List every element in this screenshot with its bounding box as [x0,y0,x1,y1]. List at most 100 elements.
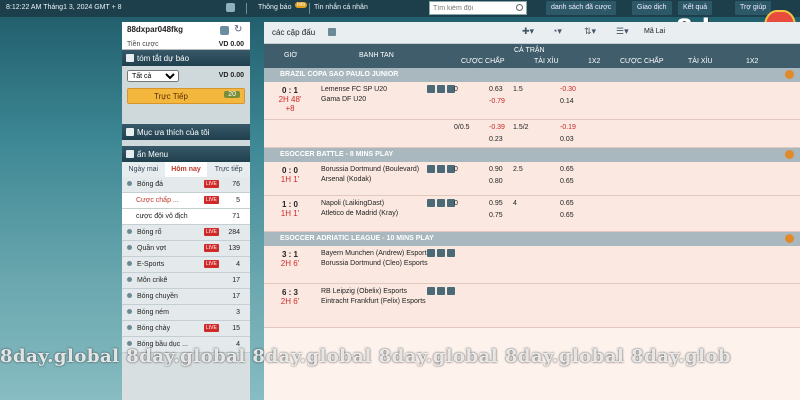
stats-icon[interactable] [427,249,435,257]
add-icon[interactable]: ✚▾ [522,26,534,37]
away-team[interactable]: Atletico de Madrid (Kray) [321,209,398,219]
over-odds[interactable]: 0.65 [560,166,574,173]
under-odds[interactable]: 0.03 [560,136,574,143]
sport-item[interactable]: Bóng đá LIVE 76 [122,177,250,193]
over-odds[interactable]: -0.19 [560,124,576,131]
match-teams: RB Leipzig (Obelix) Esports Eintracht Fr… [321,287,426,307]
league-header[interactable]: ESOCCER BATTLE - 8 MINS PLAY [264,148,800,162]
sport-bullet-icon [127,229,132,234]
away-team[interactable]: Arsenal (Kodak) [321,175,419,185]
under-odds[interactable]: 0.65 [560,178,574,185]
speaker-icon[interactable] [328,28,336,36]
col-1x2-half: 1X2 [746,58,759,65]
home-team[interactable]: Lemense FC SP U20 [321,85,387,95]
odds-format[interactable]: Mã Lai [644,28,665,35]
away-hdp-odds[interactable]: 0.23 [489,136,503,143]
match-row: 0 : 1 2H 48' +8 Lemense FC SP U20 Gama D… [264,82,800,120]
handicap-line: 0/0.5 [454,124,470,131]
star-icon[interactable] [447,287,455,295]
mail-icon[interactable] [226,3,235,12]
bet-filter-select[interactable]: Tất cả [127,70,179,82]
league-header[interactable]: ESOCCER ADRIATIC LEAGUE - 10 MINS PLAY [264,232,800,246]
menu-header[interactable]: ẩn Menu [122,146,250,162]
notice-link[interactable]: Thông báo [258,4,291,11]
sport-item[interactable]: Môn crikê 17 [122,273,250,289]
tab-today[interactable]: Hôm nay [164,162,208,177]
search-input[interactable] [430,2,512,14]
tv-icon[interactable] [437,249,445,257]
bet-amount: VD 0.00 [218,72,244,79]
watermark: 8day.global 8day.global 8day.global 8day… [0,346,732,367]
live-badge: LIVE [204,180,219,188]
list-view-icon[interactable]: ☰▾ [616,26,629,37]
live-button[interactable]: Trực Tiếp 20 [127,88,245,104]
sort-icon[interactable]: ⇅▾ [584,26,596,37]
tab-tomorrow[interactable]: Ngày mai [122,162,165,177]
stats-icon[interactable] [427,85,435,93]
stats-icon[interactable] [427,199,435,207]
away-team[interactable]: Eintracht Frankfurt (Felix) Esports [321,297,426,307]
sport-bullet-icon [127,181,132,186]
team-search[interactable] [429,1,527,15]
favorites-header[interactable]: Mục ưa thích của tôi [122,124,250,140]
sport-item[interactable]: Bóng ném 3 [122,305,250,321]
stats-icon[interactable] [427,287,435,295]
sport-name: E-Sports [137,261,165,268]
away-team[interactable]: Gama DF U20 [321,95,387,105]
divider [246,3,247,14]
home-hdp-odds[interactable]: 0.90 [489,166,503,173]
messages-link[interactable]: Tin nhắn cá nhân [314,4,368,11]
search-icon[interactable] [516,4,523,11]
away-team[interactable]: Borussia Dortmund (Cleo) Esports [321,259,430,269]
home-team[interactable]: Napoli (LaikingDast) [321,199,398,209]
bet-summary-header[interactable]: tóm tắt dự báo [122,50,250,66]
star-icon[interactable] [447,249,455,257]
sport-item[interactable]: Bóng chày LIVE 15 [122,321,250,337]
match-time: 3 : 1 2H 6' [264,250,316,268]
match-time: 6 : 3 2H 6' [264,288,316,306]
sport-item[interactable]: Bóng rổ LIVE 284 [122,225,250,241]
away-hdp-odds[interactable]: 0.80 [489,178,503,185]
sport-name: Cược chấp ... [136,197,179,204]
under-odds[interactable]: 0.14 [560,98,574,105]
nav-bet-list[interactable]: danh sách đã cược [546,1,617,15]
tv-icon[interactable] [437,165,445,173]
home-hdp-odds[interactable]: 0.95 [489,200,503,207]
match-icons [427,287,455,295]
match-time: 1 : 0 1H 1' [264,200,316,218]
collapse-icon[interactable] [785,234,794,243]
tv-icon[interactable] [437,85,445,93]
home-team[interactable]: Borussia Dortmund (Boulevard) [321,165,419,175]
away-hdp-odds[interactable]: 0.75 [489,212,503,219]
match-row: 1 : 0 1H 1' Napoli (LaikingDast) Atletic… [264,196,800,232]
home-team[interactable]: Bayern Munchen (Andrew) Esports [321,249,430,259]
collapse-icon[interactable] [785,150,794,159]
sport-item[interactable]: cược đội vô địch 71 [122,209,250,225]
wallet-icon[interactable] [220,26,229,35]
sport-item[interactable]: Quần vợt LIVE 139 [122,241,250,257]
left-sidebar: 88dxpar048fkg ↻ Tiền cược VD 0.00 tóm tắ… [122,22,250,400]
home-hdp-odds[interactable]: -0.39 [489,124,505,131]
home-team[interactable]: RB Leipzig (Obelix) Esports [321,287,426,297]
handicap-line: 0 [454,200,458,207]
tab-live[interactable]: Trực tiếp [207,162,250,177]
tv-icon[interactable] [437,199,445,207]
stats-icon[interactable] [427,165,435,173]
nav-transactions[interactable]: Giao dịch [632,1,672,15]
col-full: CẢ TRẬN [514,47,545,54]
tv-icon[interactable] [437,287,445,295]
sport-item[interactable]: Bóng chuyền 17 [122,289,250,305]
home-hdp-odds[interactable]: 0.63 [489,86,503,93]
under-odds[interactable]: 0.65 [560,212,574,219]
clock-icon[interactable]: ◔▾ [552,26,562,37]
away-hdp-odds[interactable]: -0.79 [489,98,505,105]
sport-item[interactable]: Cược chấp ... LIVE 5 [122,193,250,209]
league-header[interactable]: BRAZIL COPA SAO PAULO JUNIOR [264,68,800,82]
sports-list: Bóng đá LIVE 76 Cược chấp ... LIVE 5 cược đội … [122,177,250,353]
refresh-icon[interactable]: ↻ [234,24,242,35]
over-odds[interactable]: 0.65 [560,200,574,207]
over-odds[interactable]: -0.30 [560,86,576,93]
sport-name: Bóng đá [137,181,164,188]
sport-item[interactable]: E-Sports LIVE 4 [122,257,250,273]
collapse-icon[interactable] [785,70,794,79]
